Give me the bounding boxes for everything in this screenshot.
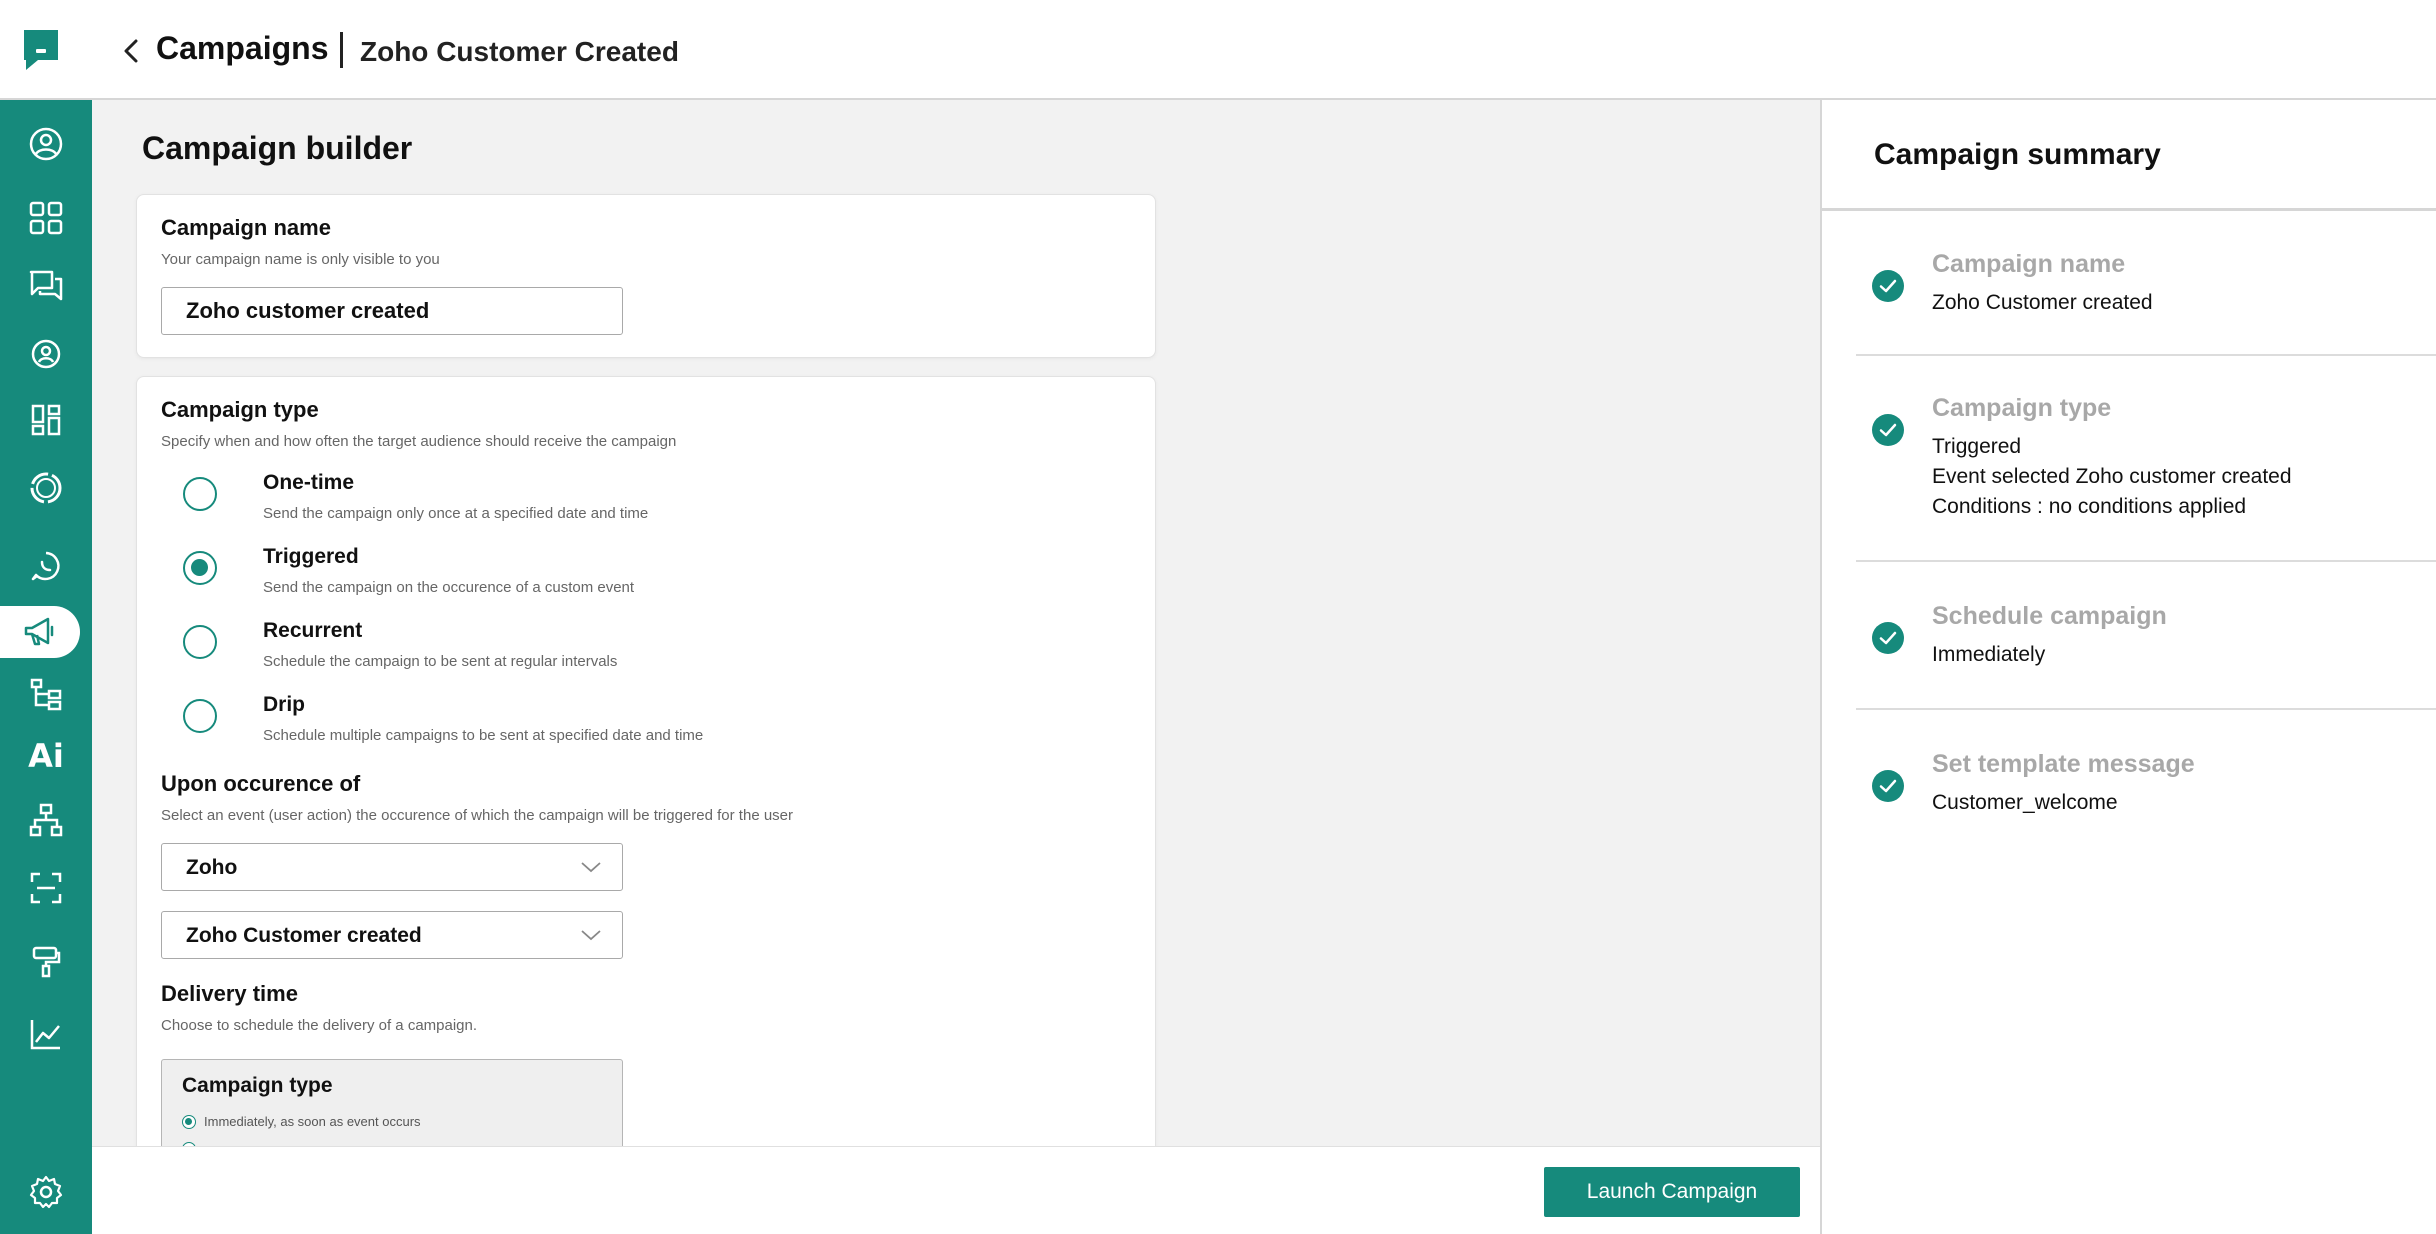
check-circle-icon: [1872, 770, 1904, 802]
occurence-hint: Select an event (user action) the occure…: [161, 807, 794, 824]
summary-value: Customer_welcome: [1932, 791, 2118, 814]
campaign-type-option-one-time[interactable]: One-time Send the campaign only once at …: [183, 471, 883, 535]
sidebar: Ai: [0, 100, 92, 1234]
occurence-heading: Upon occurence of: [161, 771, 361, 796]
chevron-down-icon: [581, 862, 601, 873]
user-circle-icon: [29, 127, 63, 161]
summary-value: Conditions : no conditions applied: [1932, 495, 2247, 518]
summary-title: Campaign summary: [1874, 138, 2161, 171]
sidebar-item-dashboard[interactable]: [0, 394, 92, 446]
sidebar-item-branding[interactable]: [0, 936, 92, 988]
delivery-option-immediate-label: Immediately, as soon as event occurs: [204, 1114, 421, 1129]
sidebar-item-sync[interactable]: [0, 462, 92, 514]
breadcrumb-divider: [340, 32, 343, 68]
campaign-page-title: Zoho Customer Created: [360, 36, 679, 67]
campaign-name-card: Campaign name Your campaign name is only…: [136, 194, 1156, 358]
summary-value: Triggered: [1932, 435, 2022, 458]
org-chart-icon: [29, 803, 63, 837]
chat-icon: [29, 270, 63, 301]
event-source-value: Zoho: [186, 856, 238, 879]
delivery-option-immediate-radio[interactable]: [182, 1115, 196, 1129]
delivery-time-hint: Choose to schedule the delivery of a cam…: [161, 1017, 478, 1034]
option-label: Triggered: [263, 545, 359, 568]
delivery-box-title: Campaign type: [182, 1074, 333, 1097]
sidebar-item-analytics[interactable]: [0, 1008, 92, 1060]
campaign-type-card: Campaign type Specify when and how often…: [136, 376, 1156, 1146]
campaign-summary-panel: Campaign summary Campaign name Zoho Cust…: [1820, 100, 2436, 1234]
paint-roller-icon: [32, 946, 61, 978]
delivery-time-heading: Delivery time: [161, 981, 298, 1006]
campaign-name-heading: Campaign name: [161, 215, 331, 240]
campaign-type-option-recurrent[interactable]: Recurrent Schedule the campaign to be se…: [183, 619, 883, 683]
check-circle-icon: [1872, 270, 1904, 302]
scan-icon: [30, 872, 62, 904]
summary-label: Schedule campaign: [1932, 602, 2167, 630]
option-description: Schedule multiple campaigns to be sent a…: [263, 727, 704, 744]
campaign-builder-panel: Campaign builder Campaign name Your camp…: [92, 100, 1820, 1146]
top-bar: Campaigns Zoho Customer Created: [0, 0, 2436, 100]
builder-footer: Launch Campaign: [92, 1146, 1820, 1234]
grid-icon: [29, 201, 63, 235]
radio-button-selected[interactable]: [183, 551, 217, 585]
check-circle-icon: [1872, 414, 1904, 446]
event-source-select[interactable]: Zoho: [161, 843, 623, 891]
option-label: Recurrent: [263, 619, 363, 642]
contact-icon: [31, 339, 61, 369]
delivery-options-box: Campaign type Immediately, as soon as ev…: [161, 1059, 623, 1146]
option-description: Send the campaign on the occurence of a …: [263, 579, 635, 596]
flow-icon: [30, 678, 62, 711]
campaign-type-heading: Campaign type: [161, 397, 319, 422]
campaign-name-hint: Your campaign name is only visible to yo…: [161, 251, 440, 268]
summary-divider: [1822, 208, 2436, 211]
radio-button[interactable]: [183, 699, 217, 733]
dashboard-icon: [31, 404, 61, 436]
campaign-name-input[interactable]: [161, 287, 623, 335]
launch-campaign-button[interactable]: Launch Campaign: [1544, 1167, 1800, 1217]
option-label: One-time: [263, 471, 355, 494]
campaign-type-option-triggered[interactable]: Triggered Send the campaign on the occur…: [183, 545, 883, 609]
event-type-value: Zoho Customer created: [186, 924, 422, 947]
builder-title: Campaign builder: [142, 130, 413, 166]
whatsapp-icon: [31, 551, 60, 581]
ai-icon: Ai: [28, 737, 64, 775]
back-chevron-icon[interactable]: [118, 36, 146, 66]
summary-value: Event selected Zoho customer created: [1932, 465, 2292, 488]
gear-icon: [29, 1175, 63, 1209]
sidebar-item-profile[interactable]: [0, 118, 92, 170]
summary-value: Immediately: [1932, 643, 2046, 666]
sidebar-item-apps[interactable]: [0, 192, 92, 244]
check-circle-icon: [1872, 622, 1904, 654]
option-label: Drip: [263, 693, 305, 716]
sidebar-item-flows[interactable]: [0, 668, 92, 720]
line-chart-icon: [30, 1020, 60, 1050]
option-description: Schedule the campaign to be sent at regu…: [263, 653, 618, 670]
summary-value: Zoho Customer created: [1932, 291, 2153, 314]
radio-button[interactable]: [183, 625, 217, 659]
sidebar-item-campaigns[interactable]: [0, 606, 80, 658]
refresh-icon: [30, 472, 62, 504]
summary-item-campaign-type: Campaign type Triggered Event selected Z…: [1856, 356, 2436, 562]
sidebar-item-settings[interactable]: [0, 1166, 92, 1218]
summary-label: Set template message: [1932, 750, 2195, 778]
sidebar-item-organization[interactable]: [0, 794, 92, 846]
campaign-type-hint: Specify when and how often the target au…: [161, 433, 677, 450]
summary-item-schedule: Schedule campaign Immediately: [1856, 562, 2436, 710]
sidebar-item-whatsapp[interactable]: [0, 540, 92, 592]
sidebar-item-chats[interactable]: [0, 260, 92, 312]
app-logo-icon: [24, 30, 58, 70]
breadcrumb-campaigns[interactable]: Campaigns: [156, 30, 328, 67]
sidebar-item-scan[interactable]: [0, 862, 92, 914]
sidebar-item-ai[interactable]: Ai: [0, 730, 92, 782]
summary-item-campaign-name: Campaign name Zoho Customer created: [1856, 212, 2436, 356]
summary-label: Campaign type: [1932, 394, 2112, 422]
campaign-type-option-drip[interactable]: Drip Schedule multiple campaigns to be s…: [183, 693, 883, 757]
chevron-down-icon: [581, 930, 601, 941]
summary-item-template: Set template message Customer_welcome: [1856, 710, 2436, 850]
megaphone-icon: [24, 617, 54, 646]
sidebar-item-contacts[interactable]: [0, 328, 92, 380]
radio-button[interactable]: [183, 477, 217, 511]
option-description: Send the campaign only once at a specifi…: [263, 505, 649, 522]
summary-label: Campaign name: [1932, 250, 2126, 278]
event-type-select[interactable]: Zoho Customer created: [161, 911, 623, 959]
